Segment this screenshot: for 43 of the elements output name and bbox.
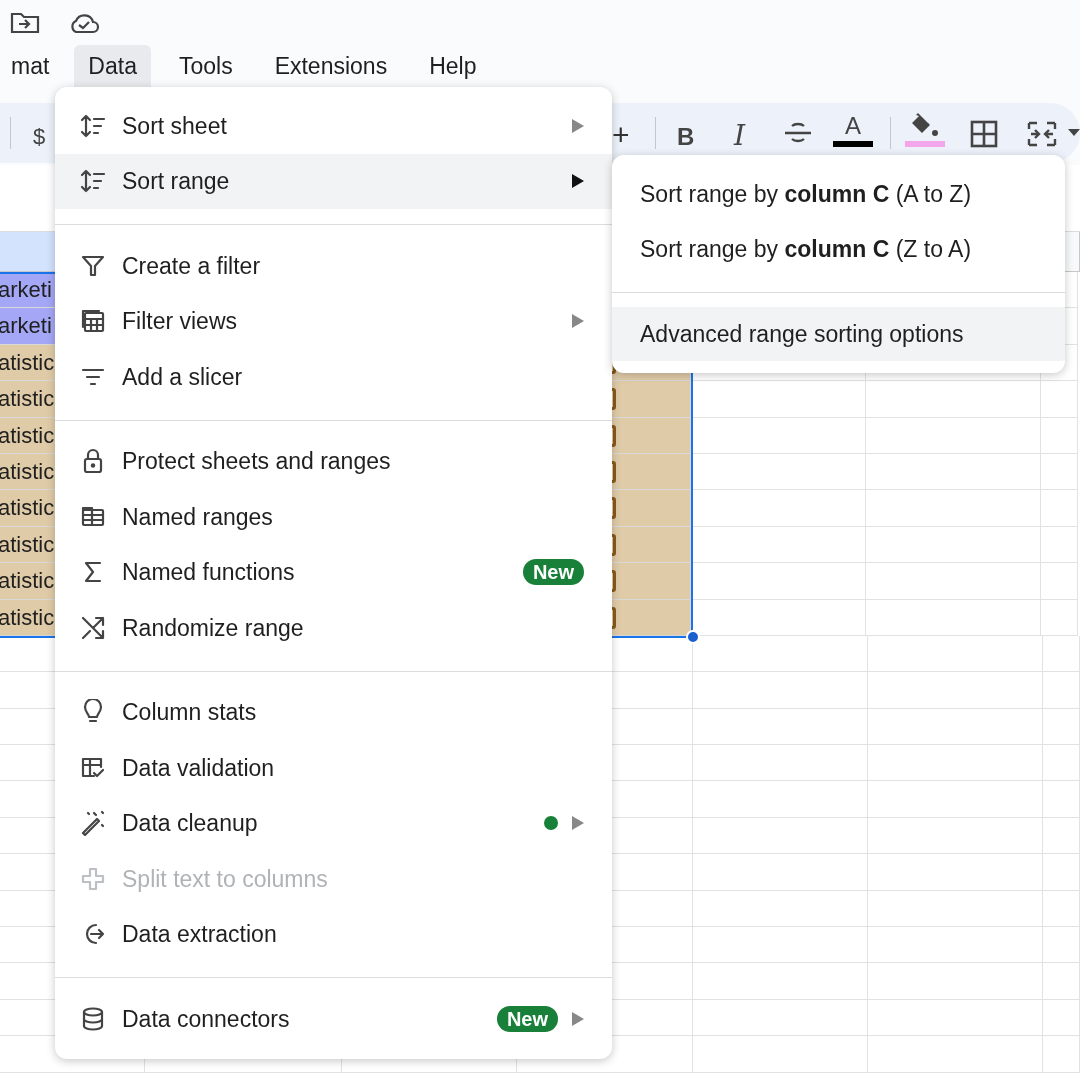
- split-arrows-icon: [80, 865, 106, 892]
- caret-icon[interactable]: [1068, 129, 1080, 137]
- menu-item: Split text to columns: [55, 851, 612, 907]
- menu-item[interactable]: Add a slicer: [55, 349, 612, 405]
- fill-color-button[interactable]: [905, 113, 945, 147]
- menu-item[interactable]: Column stats: [55, 684, 612, 740]
- menu-item[interactable]: Protect sheets and ranges: [55, 433, 612, 489]
- merge-cells-icon[interactable]: [1027, 119, 1057, 149]
- italic-button[interactable]: I: [734, 115, 746, 157]
- menu-item[interactable]: Advanced range sorting options: [612, 307, 1065, 361]
- menu-item[interactable]: Sort range by column C (A to Z): [612, 166, 1065, 222]
- borders-icon[interactable]: [970, 120, 998, 148]
- menu-bar-item[interactable]: Extensions: [260, 45, 402, 87]
- menu-item[interactable]: Named functions New: [55, 544, 612, 600]
- menu-item[interactable]: Data cleanup: [55, 795, 612, 851]
- menu-item[interactable]: Randomize range: [55, 600, 612, 656]
- currency-button[interactable]: $: [33, 120, 46, 153]
- fill-handle[interactable]: [686, 630, 700, 644]
- new-badge: New: [522, 559, 584, 586]
- bold-button[interactable]: B: [677, 119, 695, 155]
- menu-item[interactable]: Sort sheet: [55, 98, 612, 154]
- menu-bar-item[interactable]: Tools: [164, 45, 247, 87]
- magic-wand-icon: [80, 810, 106, 837]
- menu-item[interactable]: Data connectors New: [55, 991, 612, 1047]
- folder-icon[interactable]: [10, 10, 40, 35]
- menu-item[interactable]: Create a filter: [55, 238, 612, 294]
- increase-button[interactable]: +: [612, 112, 630, 157]
- menu-item[interactable]: Data extraction: [55, 906, 612, 962]
- menu-item[interactable]: Sort range: [55, 153, 612, 209]
- menu-bar-item[interactable]: Help: [415, 45, 491, 87]
- shuffle-icon: [80, 614, 106, 641]
- database-icon: [80, 1005, 106, 1032]
- menu-item[interactable]: Sort range by column C (Z to A): [612, 221, 1065, 277]
- text-color-button[interactable]: A: [832, 111, 874, 147]
- menu-item[interactable]: Data validation: [55, 740, 612, 796]
- menu-bar-item[interactable]: mat: [0, 45, 64, 87]
- menu-item[interactable]: Filter views: [55, 293, 612, 349]
- new-badge: New: [496, 1005, 558, 1032]
- menu-bar-item[interactable]: Data: [74, 45, 151, 87]
- sort-icon: [80, 168, 106, 195]
- menu-item[interactable]: Named ranges: [55, 489, 612, 545]
- sort-icon: [80, 112, 106, 139]
- calculator-icon: [80, 308, 106, 335]
